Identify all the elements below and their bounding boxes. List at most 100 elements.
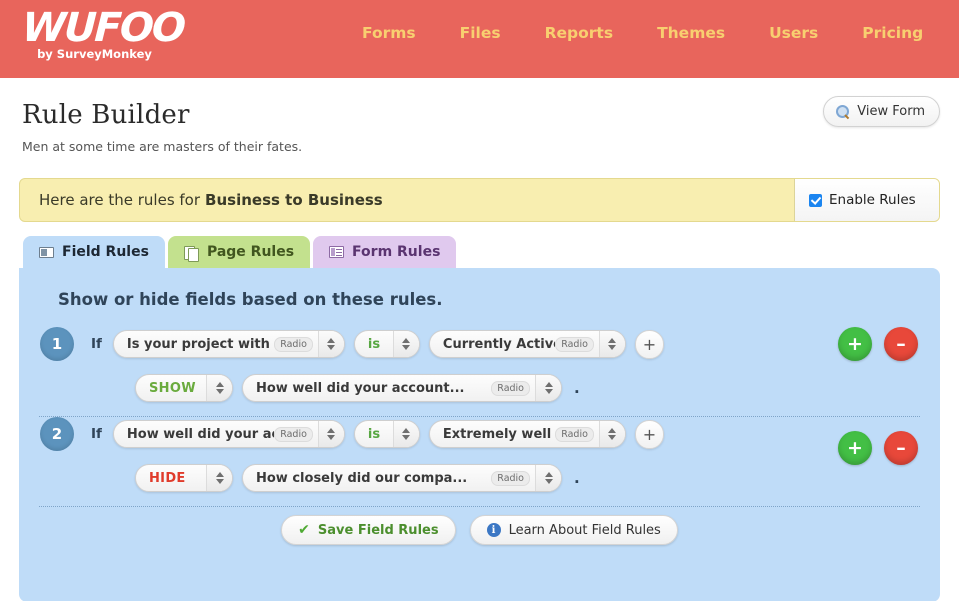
banner-text: Here are the rules for Business to Busin… xyxy=(20,179,794,221)
chevron-updown-icon[interactable] xyxy=(317,421,344,447)
tab-form-rules[interactable]: Form Rules xyxy=(313,236,457,268)
rule-2-field-select[interactable]: How well did your account Radio xyxy=(112,420,345,448)
learn-about-field-rules-button[interactable]: i Learn About Field Rules xyxy=(469,515,678,545)
rule-1-field-value: Is your project with our .. xyxy=(126,336,274,352)
chevron-updown-icon[interactable] xyxy=(598,421,625,447)
rule-2-action: HIDE How closely did our compa... Radio … xyxy=(37,464,922,492)
chevron-updown-icon[interactable] xyxy=(317,331,344,357)
rule-2-if-label: If xyxy=(91,426,102,442)
tab-field-rules-label: Field Rules xyxy=(62,244,149,260)
view-form-button[interactable]: View Form xyxy=(823,96,940,127)
banner-prefix: Here are the rules for xyxy=(39,191,201,209)
chevron-updown-icon[interactable] xyxy=(598,331,625,357)
rule-1-operator-select[interactable]: is xyxy=(353,330,420,358)
rule-1-field-type-badge: Radio xyxy=(274,336,313,352)
rule-1-number: 1 xyxy=(40,327,74,361)
save-field-rules-label: Save Field Rules xyxy=(317,522,439,538)
chevron-updown-icon[interactable] xyxy=(535,465,561,491)
add-rule-button[interactable]: + xyxy=(838,431,872,465)
chevron-updown-icon[interactable] xyxy=(392,421,419,447)
nav-item-themes[interactable]: Themes xyxy=(635,24,747,42)
rule-1-add-condition-button[interactable]: + xyxy=(634,329,664,359)
rule-1-if-label: If xyxy=(91,336,102,352)
logo-wordmark: WUFOO xyxy=(20,5,186,51)
rule-2-target-select[interactable]: How closely did our compa... Radio xyxy=(242,464,562,492)
rule-2-period: . xyxy=(574,469,580,487)
rule-2-value-select[interactable]: Extremely well Radio xyxy=(428,420,626,448)
rule-1-value-type-badge: Radio xyxy=(555,336,594,352)
check-icon: ✔ xyxy=(298,522,310,538)
rule-2-target-value: How closely did our compa... xyxy=(256,470,468,486)
rule-1-action: SHOW How well did your account... Radio … xyxy=(37,374,922,402)
remove-rule-button[interactable]: – xyxy=(884,327,918,361)
nav-item-files[interactable]: Files xyxy=(438,24,523,42)
enable-rules-label: Enable Rules xyxy=(829,192,916,208)
field-icon xyxy=(39,246,54,258)
info-icon: i xyxy=(486,523,501,537)
rule-2-value-type-badge: Radio xyxy=(555,426,594,442)
nav-item-account[interactable]: Account xyxy=(945,24,959,42)
rule-2-add-condition-button[interactable]: + xyxy=(634,419,664,449)
rule-2-number: 2 xyxy=(40,417,74,451)
rule-2-target-type-badge: Radio xyxy=(491,470,530,486)
wufoo-logo[interactable]: WUFOO by SurveyMonkey xyxy=(20,5,186,61)
enable-rules-toggle[interactable]: Enable Rules xyxy=(794,179,939,221)
page-header: Rule Builder Men at some time are master… xyxy=(0,78,959,154)
search-icon xyxy=(836,104,850,119)
rule-1-target-value: How well did your account... xyxy=(256,380,465,396)
rule-2-field-type-badge: Radio xyxy=(274,426,313,442)
rule-1-condition: 1 If Is your project with our .. Radio i… xyxy=(37,327,922,361)
nav-item-reports[interactable]: Reports xyxy=(523,24,635,42)
page-subtitle: Men at some time are masters of their fa… xyxy=(22,139,303,154)
rules-banner: Here are the rules for Business to Busin… xyxy=(19,178,940,222)
rule-row-2: + – 2 If How well did your account Radio… xyxy=(37,417,922,506)
field-rules-panel: Show or hide fields based on these rules… xyxy=(19,268,940,601)
panel-footer: ✔ Save Field Rules i Learn About Field R… xyxy=(37,515,922,545)
remove-rule-button[interactable]: – xyxy=(884,431,918,465)
page-title: Rule Builder xyxy=(22,100,190,130)
chevron-updown-icon[interactable] xyxy=(392,331,419,357)
rule-1-target-type-badge: Radio xyxy=(491,380,530,396)
rule-1-action-select[interactable]: SHOW xyxy=(135,374,233,402)
tab-field-rules[interactable]: Field Rules xyxy=(23,236,165,268)
nav-item-forms[interactable]: Forms xyxy=(340,24,438,42)
save-field-rules-button[interactable]: ✔ Save Field Rules xyxy=(281,515,456,545)
rule-2-condition: 2 If How well did your account Radio is … xyxy=(37,417,922,451)
rule-2-field-value: How well did your account xyxy=(126,426,274,442)
rule-divider xyxy=(39,506,920,507)
rule-1-field-select[interactable]: Is your project with our .. Radio xyxy=(112,330,345,358)
nav-links: Forms Files Reports Themes Users Pricing… xyxy=(340,24,959,42)
tab-page-rules-label: Page Rules xyxy=(206,244,295,260)
tab-form-rules-label: Form Rules xyxy=(352,244,441,260)
rule-1-target-select[interactable]: How well did your account... Radio xyxy=(242,374,562,402)
nav-item-users[interactable]: Users xyxy=(747,24,840,42)
learn-about-field-rules-label: Learn About Field Rules xyxy=(508,522,661,538)
rule-2-operator-select[interactable]: is xyxy=(353,420,420,448)
chevron-updown-icon[interactable] xyxy=(206,375,232,401)
panel-heading: Show or hide fields based on these rules… xyxy=(58,290,443,309)
top-navigation-bar: WUFOO by SurveyMonkey Forms Files Report… xyxy=(0,0,959,78)
rule-2-value-value: Extremely well xyxy=(442,426,552,442)
rule-2-action-select[interactable]: HIDE xyxy=(135,464,233,492)
rule-2-operator-value: is xyxy=(367,426,381,442)
pages-icon xyxy=(183,245,199,262)
rule-1-action-value: SHOW xyxy=(149,380,196,396)
rule-1-period: . xyxy=(574,379,580,397)
tab-page-rules[interactable]: Page Rules xyxy=(167,236,311,268)
rule-2-action-value: HIDE xyxy=(149,470,186,486)
form-icon xyxy=(329,246,345,258)
banner-form-name: Business to Business xyxy=(205,191,383,209)
rule-1-value-value: Currently Active xyxy=(442,336,556,352)
rule-1-actions: + – xyxy=(838,327,918,361)
rule-1-value-select[interactable]: Currently Active Radio xyxy=(428,330,626,358)
chevron-updown-icon[interactable] xyxy=(535,375,561,401)
add-rule-button[interactable]: + xyxy=(838,327,872,361)
view-form-label: View Form xyxy=(857,104,925,119)
nav-item-pricing[interactable]: Pricing xyxy=(840,24,945,42)
rule-tabs: Field Rules Page Rules Form Rules xyxy=(23,236,959,268)
rule-2-actions: + – xyxy=(838,431,918,465)
rule-1-operator-value: is xyxy=(367,336,381,352)
chevron-updown-icon[interactable] xyxy=(206,465,232,491)
enable-rules-checkbox[interactable] xyxy=(809,193,822,207)
rule-row-1: + – 1 If Is your project with our .. Rad… xyxy=(37,327,922,416)
